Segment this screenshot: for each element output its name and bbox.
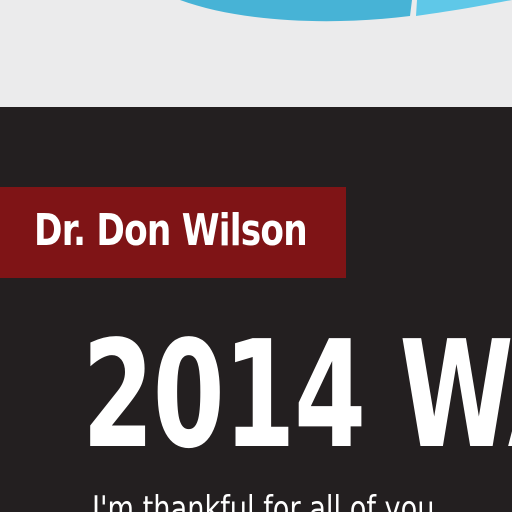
headline: 2014 WA bbox=[82, 309, 512, 481]
ring-segment-primary bbox=[180, 0, 412, 22]
top-band bbox=[0, 0, 512, 107]
name-tag: Dr. Don Wilson bbox=[0, 187, 346, 278]
dark-panel: Dr. Don Wilson 2014 WA I'm thankful for … bbox=[0, 107, 512, 512]
body-text: I'm thankful for all of you bbox=[92, 489, 435, 512]
ring-segment-secondary bbox=[416, 0, 512, 16]
name-tag-label: Dr. Don Wilson bbox=[34, 205, 308, 256]
ring-graphic bbox=[180, 0, 512, 22]
